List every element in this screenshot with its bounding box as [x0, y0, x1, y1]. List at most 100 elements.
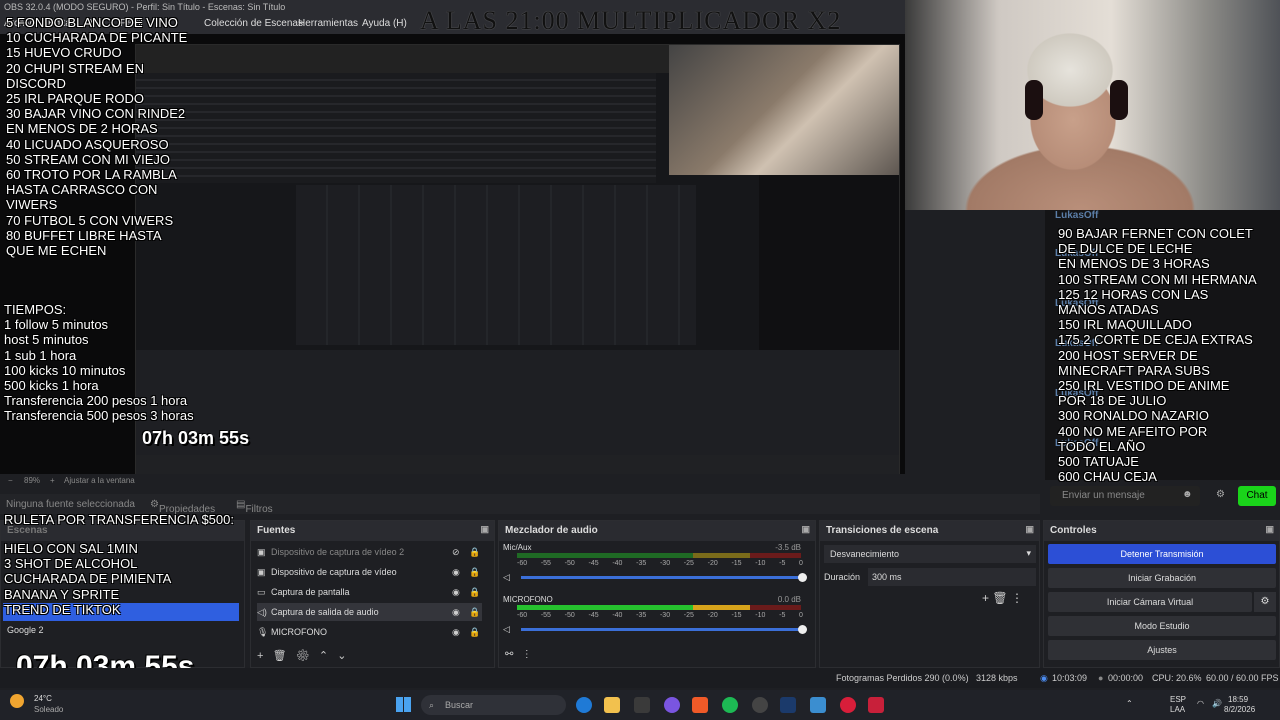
brave-icon[interactable] [692, 697, 708, 713]
stop-stream-button[interactable]: Detener Transmisión [1048, 544, 1276, 564]
up-icon[interactable]: ⌃ [319, 650, 328, 662]
scene-item[interactable]: Google 2 [7, 625, 44, 635]
chat-input[interactable]: Enviar un mensaje [1050, 486, 1200, 506]
gear-icon[interactable]: ⚙ [296, 650, 310, 662]
challenge-line: QUE ME ECHEN [6, 243, 107, 259]
minus-icon[interactable]: − [8, 476, 13, 485]
windows-start-icon[interactable] [396, 697, 411, 712]
settings-button[interactable]: Ajustes [1048, 640, 1276, 660]
clock-time[interactable]: 18:59 [1228, 695, 1248, 704]
chevron-down-icon: ▾ [1026, 548, 1031, 558]
challenge-line: 80 BUFFET LIBRE HASTA [6, 227, 162, 243]
nested-webcam [669, 45, 899, 175]
ruleta-title: RULETA POR TRANSFERENCIA $500: [4, 512, 234, 527]
wifi-icon[interactable]: ◠ [1197, 699, 1204, 708]
menu-coleccion-escenas[interactable]: Colección de Escenas [204, 18, 303, 29]
trash-icon[interactable]: 🗑 [992, 591, 1007, 605]
sources-toolbar: + 🗑 ⚙ ⌃ ⌄ [257, 649, 377, 662]
terminal-icon[interactable] [634, 697, 650, 713]
trash-icon[interactable]: 🗑 [273, 650, 287, 662]
volume-slider[interactable] [521, 625, 807, 634]
speaker-icon[interactable]: ◁ [503, 572, 510, 583]
tiempos-line: 500 kicks 1 hora [4, 378, 99, 394]
add-icon[interactable]: + [982, 591, 989, 605]
goal-line: 500 TATUAJE [1058, 454, 1139, 470]
weather-desc: Soleado [34, 705, 64, 714]
link-icon[interactable]: ⚯ [505, 649, 513, 660]
search-icon: ⌕ [429, 700, 435, 710]
chevron-up-icon[interactable]: ⌃ [1126, 699, 1133, 708]
source-item[interactable]: 🎙 MICROFONO ◉ 🔒 [257, 623, 482, 641]
source-item[interactable]: ◁) Captura de salida de audio ◉ 🔒 [257, 603, 482, 621]
lang-1[interactable]: ESP [1170, 695, 1186, 704]
spotify-icon[interactable] [722, 697, 738, 713]
eye-icon[interactable]: ◉ [452, 563, 460, 581]
transition-select[interactable]: Desvanecimiento ▾ [824, 545, 1036, 563]
gear-icon[interactable]: ⚙ [1254, 592, 1276, 612]
screen: OBS 32.0.4 (MODO SEGURO) - Perfil: Sin T… [0, 0, 1280, 720]
folder-icon[interactable] [604, 697, 620, 713]
kebab-icon[interactable]: ⋮ [1011, 591, 1023, 605]
taskbar-search[interactable]: ⌕ Buscar [421, 695, 566, 715]
menu-ayuda[interactable]: Ayuda (H) [362, 18, 407, 29]
channel-db: 0.0 dB [777, 595, 801, 604]
mixer-panel: Mezclador de audio ▣ Mic/Aux -3.5 dB -60 -55… [498, 520, 816, 668]
kebab-icon[interactable]: ⋮ [522, 649, 532, 660]
lock-icon[interactable]: 🔒 [469, 543, 480, 561]
zoom-strip: − 89% + Ajustar a la ventana [0, 474, 1045, 488]
volume-icon[interactable]: 🔊 [1212, 699, 1222, 708]
steam-icon[interactable] [780, 697, 796, 713]
eye-icon[interactable]: ⊘ [452, 543, 460, 561]
plus-icon[interactable]: + [50, 476, 55, 485]
goal-line: 125 12 HORAS CON LAS [1058, 286, 1209, 302]
scale-tick: -45 [588, 612, 599, 619]
ruleta-line: 3 SHOT DE ALCOHOL [4, 556, 138, 572]
zoom-level: 89% [24, 476, 41, 485]
fit-window[interactable]: Ajustar a la ventana [64, 476, 135, 485]
gear-icon[interactable]: ⚙ [1216, 489, 1225, 500]
source-item[interactable]: ▣ Dispositivo de captura de vídeo 2 ⊘ 🔒 [257, 543, 482, 561]
eye-icon[interactable]: ◉ [452, 623, 460, 641]
lock-icon[interactable]: 🔒 [469, 583, 480, 601]
add-icon[interactable]: + [257, 650, 263, 662]
discord-icon[interactable] [664, 697, 680, 713]
virtual-camera-button[interactable]: Iniciar Cámara Virtual [1048, 592, 1252, 612]
speaker-icon[interactable]: ◁ [503, 624, 510, 635]
goal-line: TODO EL AÑO [1058, 438, 1146, 454]
source-item[interactable]: ▣ Dispositivo de captura de vídeo ◉ 🔒 [257, 563, 482, 581]
lock-icon[interactable]: 🔒 [469, 563, 480, 581]
edge-icon[interactable] [576, 697, 592, 713]
down-icon[interactable]: ⌄ [337, 650, 346, 662]
dock-menu-icon[interactable]: ▣ [480, 524, 489, 535]
app-red-icon[interactable] [840, 697, 856, 713]
ruleta-line: TREND DE TIKTOK [4, 601, 121, 617]
notepad-icon[interactable] [810, 697, 826, 713]
filters-button[interactable]: ▤ Filtros [236, 499, 273, 515]
ruleta-line: HIELO CON SAL 1MIN [4, 541, 138, 556]
duration-input[interactable]: 300 ms [868, 568, 1036, 586]
slider-knob[interactable] [798, 573, 807, 582]
scale-tick: -30 [659, 612, 671, 619]
lang-2[interactable]: LAA [1170, 705, 1185, 714]
scale-tick: -5 [779, 560, 786, 567]
channel-name: Mic/Aux [503, 543, 532, 552]
emoji-icon[interactable]: ☻ [1182, 489, 1193, 500]
obs-icon[interactable] [752, 697, 768, 713]
properties-button[interactable]: ⚙ Propiedades [150, 499, 215, 515]
goal-line: MINECRAFT PARA SUBS [1058, 362, 1210, 378]
app-icon[interactable] [868, 697, 884, 713]
slider-knob[interactable] [798, 625, 807, 634]
volume-slider[interactable] [521, 573, 807, 582]
start-recording-button[interactable]: Iniciar Grabación [1048, 568, 1276, 588]
clock-date[interactable]: 8/2/2026 [1224, 705, 1255, 714]
eye-icon[interactable]: ◉ [452, 603, 460, 621]
lock-icon[interactable]: 🔒 [469, 623, 480, 641]
transitions-header: Transiciones de escena ▣ [820, 521, 1039, 541]
eye-icon[interactable]: ◉ [452, 583, 460, 601]
challenge-line: 15 HUEVO CRUDO [6, 45, 122, 61]
studio-mode-button[interactable]: Modo Estudio [1048, 616, 1276, 636]
source-item[interactable]: ▭ Captura de pantalla ◉ 🔒 [257, 583, 482, 601]
menu-herramientas[interactable]: Herramientas [298, 18, 358, 29]
lock-icon[interactable]: 🔒 [469, 603, 480, 621]
chat-button[interactable]: Chat [1238, 486, 1276, 506]
